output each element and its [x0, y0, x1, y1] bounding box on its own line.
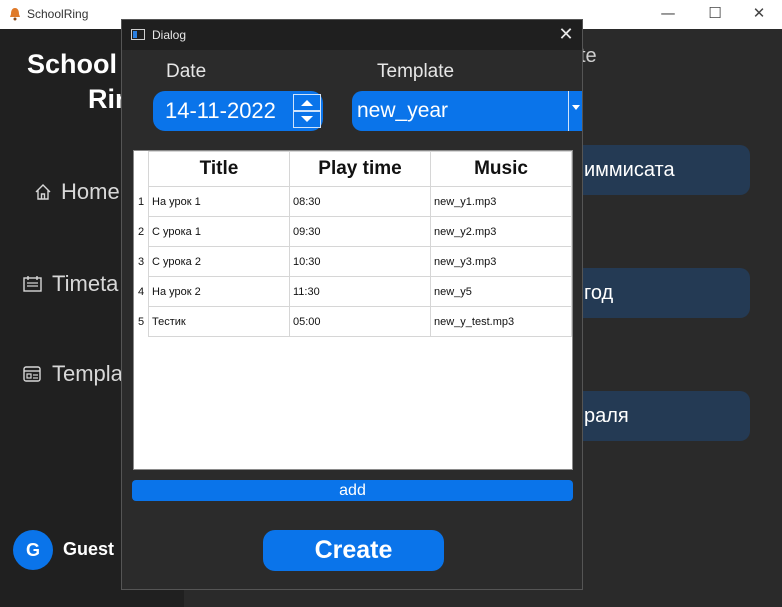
table-row[interactable]: 2 С урока 1 09:30 new_y2.mp3	[134, 216, 572, 247]
cell-music[interactable]: new_y2.mp3	[430, 216, 572, 247]
table-row[interactable]: 3 С урока 2 10:30 new_y3.mp3	[134, 246, 572, 277]
bell-app-icon	[10, 8, 20, 21]
column-header-title[interactable]: Title	[148, 151, 290, 187]
date-spinbox[interactable]: 14-11-2022	[153, 91, 323, 131]
template-card-2[interactable]: год	[560, 268, 750, 318]
sidebar-item-label: Templa	[52, 361, 123, 386]
table-row[interactable]: 4 На урок 2 11:30 new_y5	[134, 276, 572, 307]
table-row[interactable]: 1 На урок 1 08:30 new_y1.mp3	[134, 186, 572, 217]
cell-play-time[interactable]: 11:30	[289, 276, 431, 307]
cell-title[interactable]: Тестик	[148, 306, 290, 337]
dialog-titlebar: Dialog ✕	[122, 20, 582, 50]
sidebar-item-templates[interactable]: Templa	[22, 361, 123, 387]
cell-title[interactable]: С урока 1	[148, 216, 290, 247]
home-icon	[35, 184, 51, 200]
template-icon	[23, 366, 41, 382]
cell-title[interactable]: На урок 2	[148, 276, 290, 307]
maximize-button[interactable]: ☐	[692, 0, 738, 29]
column-header-play-time[interactable]: Play time	[289, 151, 431, 187]
row-number: 4	[137, 285, 145, 298]
sidebar-item-label: Timeta	[52, 271, 119, 296]
row-number: 1	[137, 195, 145, 208]
brand-title-line1: School	[27, 49, 118, 79]
cell-play-time[interactable]: 10:30	[289, 246, 431, 277]
close-window-button[interactable]: ✕	[736, 0, 782, 29]
spin-down-arrow-icon[interactable]	[293, 111, 321, 128]
dialog-title: Dialog	[152, 28, 187, 42]
template-card-1[interactable]: иммисата	[560, 145, 750, 195]
schedule-table[interactable]: Title Play time Music 1 На урок 1 08:30 …	[133, 150, 573, 470]
avatar[interactable]: G	[13, 530, 53, 570]
create-button[interactable]: Create	[263, 530, 444, 571]
column-header-music[interactable]: Music	[430, 151, 572, 187]
user-name: Guest	[63, 539, 115, 559]
dialog-window-icon	[131, 29, 145, 40]
table-row[interactable]: 5 Тестик 05:00 new_y_test.mp3	[134, 306, 572, 337]
row-number: 3	[137, 255, 145, 268]
app-title: SchoolRing	[27, 7, 89, 21]
table-corner	[134, 151, 149, 187]
date-value: 14-11-2022	[165, 98, 276, 123]
calendar-icon	[23, 276, 42, 292]
minimize-button[interactable]: —	[645, 0, 691, 29]
template-selected-value: new_year	[357, 99, 449, 122]
add-row-button[interactable]: add	[132, 480, 573, 501]
cell-music[interactable]: new_y1.mp3	[430, 186, 572, 217]
table-header-row: Title Play time Music	[134, 151, 572, 187]
cell-music[interactable]: new_y_test.mp3	[430, 306, 572, 337]
sidebar-item-label: Home	[61, 179, 120, 204]
sidebar-item-timetable[interactable]: Timeta	[22, 271, 118, 297]
cell-music[interactable]: new_y3.mp3	[430, 246, 572, 277]
cell-play-time[interactable]: 09:30	[289, 216, 431, 247]
dialog-close-button[interactable]: ✕	[554, 23, 578, 47]
chevron-down-icon[interactable]	[568, 91, 582, 131]
sidebar-item-home[interactable]: Home	[33, 179, 120, 205]
cell-title[interactable]: На урок 1	[148, 186, 290, 217]
cell-play-time[interactable]: 08:30	[289, 186, 431, 217]
schedule-grid: Title Play time Music 1 На урок 1 08:30 …	[134, 151, 572, 337]
template-label: Template	[377, 61, 455, 82]
template-card-3[interactable]: раля	[560, 391, 750, 441]
create-timetable-dialog: Dialog ✕ Date Template 14-11-2022 new_ye…	[121, 19, 583, 590]
template-select[interactable]: new_year	[352, 91, 582, 131]
date-label: Date	[166, 61, 207, 82]
cell-music[interactable]: new_y5	[430, 276, 572, 307]
spin-up-arrow-icon[interactable]	[293, 94, 321, 111]
cell-play-time[interactable]: 05:00	[289, 306, 431, 337]
row-number: 5	[137, 315, 145, 328]
cell-title[interactable]: С урока 2	[148, 246, 290, 277]
row-number: 2	[137, 225, 145, 238]
